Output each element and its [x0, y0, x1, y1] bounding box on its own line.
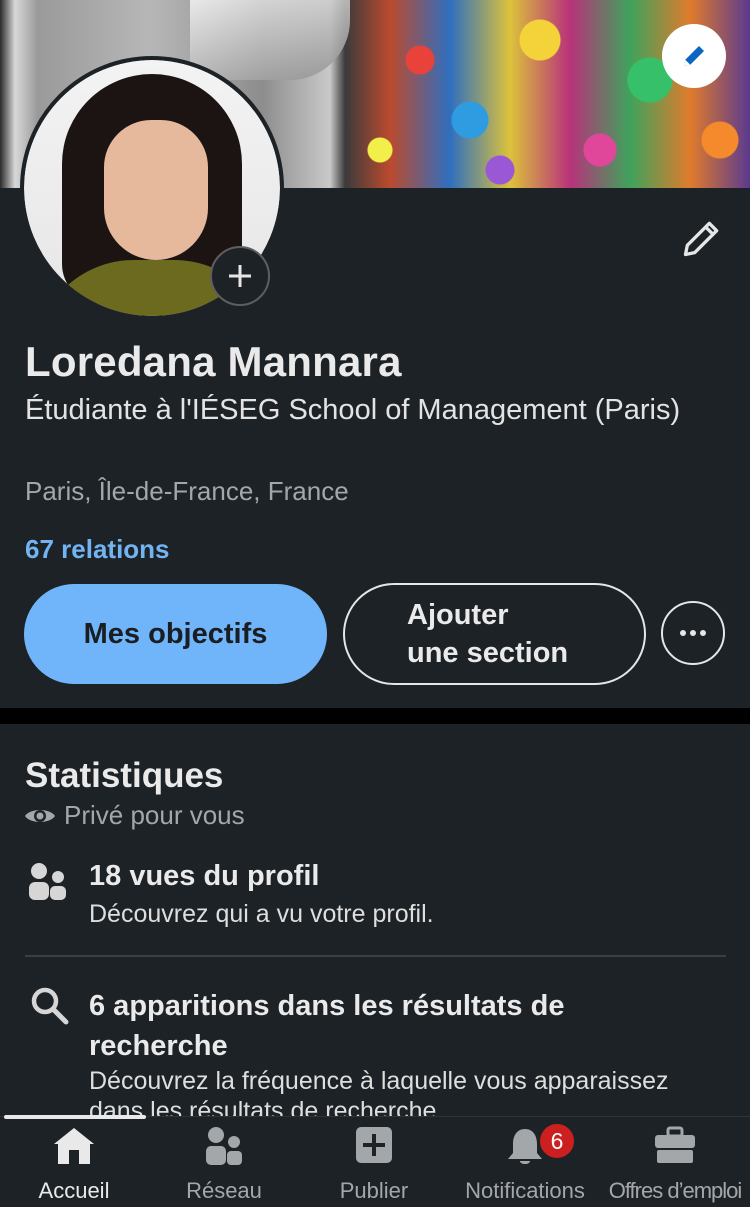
tab-notifications[interactable]: Notifications — [450, 1116, 600, 1206]
search-icon — [31, 987, 69, 1025]
add-story-button[interactable] — [210, 246, 270, 306]
eye-icon — [25, 809, 55, 822]
privacy-note: Privé pour vous — [24, 800, 245, 831]
people-icon — [29, 863, 66, 900]
add-section-button[interactable]: Ajouter une section — [343, 583, 646, 685]
tab-jobs[interactable]: Offres d’emploi — [600, 1116, 750, 1206]
edit-cover-button[interactable] — [662, 24, 726, 88]
divider — [25, 955, 726, 957]
search-appearances-title[interactable]: 6 apparitions dans les résultats de rech… — [89, 986, 649, 1066]
profile-headline: Étudiante à l'IÉSEG School of Management… — [25, 394, 681, 426]
more-button[interactable] — [661, 601, 725, 665]
cover-art-detail — [190, 0, 350, 80]
goals-button[interactable]: Mes objectifs — [24, 584, 327, 684]
network-icon — [206, 1127, 242, 1165]
notification-badge: 6 — [538, 1122, 576, 1160]
statistics-title: Statistiques — [25, 756, 224, 795]
tab-home-label: Accueil — [38, 1178, 110, 1203]
profile-views-title[interactable]: 18 vues du profil — [89, 860, 319, 893]
tab-post[interactable]: Publier — [300, 1116, 448, 1206]
active-tab-indicator — [4, 1115, 146, 1119]
connections-link[interactable]: 67 relations — [25, 534, 170, 565]
tab-post-label: Publier — [339, 1178, 409, 1203]
pencil-icon — [683, 221, 719, 257]
profile-location: Paris, Île-de-France, France — [25, 476, 349, 506]
privacy-label: Privé pour vous — [64, 800, 245, 830]
tab-home[interactable]: Accueil — [0, 1116, 148, 1206]
briefcase-icon — [655, 1126, 695, 1163]
more-icon — [680, 630, 706, 636]
edit-intro-button[interactable] — [680, 216, 724, 260]
plus-icon — [229, 265, 251, 287]
profile-views-desc: Découvrez qui a vu votre profil. — [89, 900, 434, 928]
tab-network-label: Réseau — [186, 1178, 262, 1203]
tab-jobs-label: Offres d’emploi — [608, 1178, 743, 1203]
add-section-label: Ajouter une section — [407, 599, 569, 669]
pencil-icon — [684, 46, 704, 66]
tab-notifications-label: Notifications — [465, 1178, 585, 1203]
home-icon — [54, 1128, 94, 1164]
post-icon — [356, 1127, 392, 1163]
profile-name: Loredana Mannara — [25, 338, 402, 385]
tab-network[interactable]: Réseau — [150, 1116, 298, 1206]
